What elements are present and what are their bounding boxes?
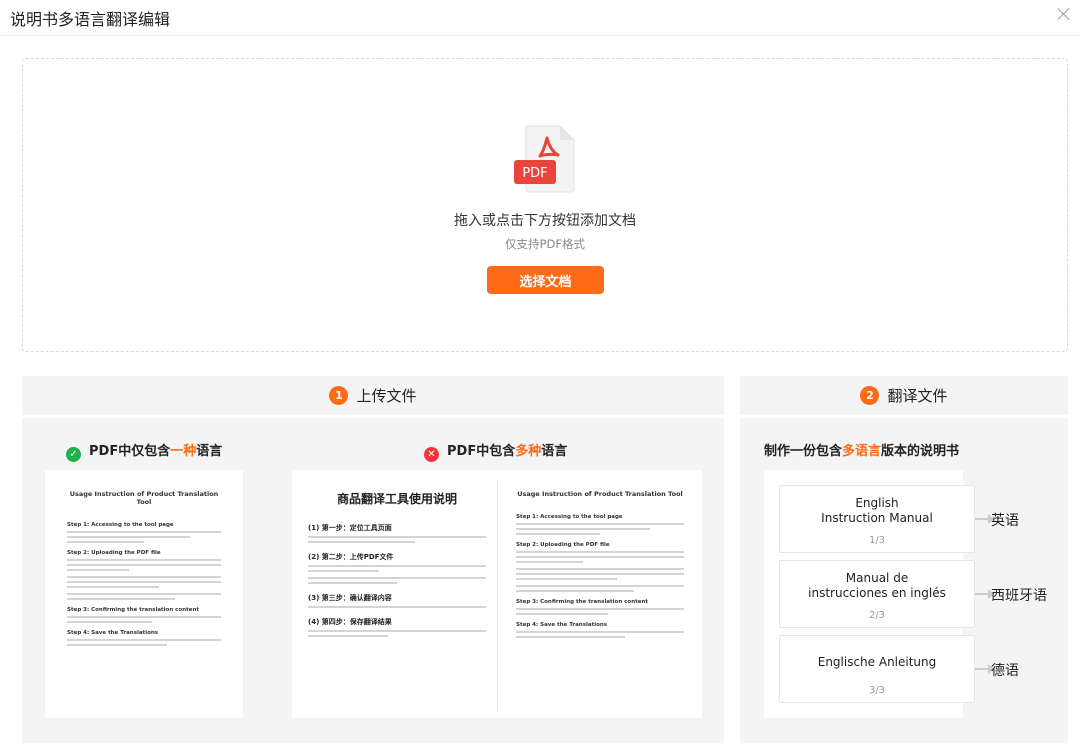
step1-header: 1 上传文件 <box>22 376 724 418</box>
doc-step: Step 3: Confirming the translation conte… <box>67 607 200 613</box>
language-label-german: 德语 <box>991 663 1019 679</box>
select-document-button[interactable]: 选择文档 <box>487 266 604 294</box>
doc-step: Step 2: Uploading the PDF file <box>516 542 610 548</box>
modal-title: 说明书多语言翻译编辑 <box>10 10 171 29</box>
doc-title: Usage Instruction of Product Translation… <box>517 490 683 498</box>
translation-count: 3/3 <box>868 685 886 696</box>
step2-header: 2 翻译文件 <box>740 376 1068 418</box>
check-icon: ✓ <box>66 447 81 462</box>
upload-hint: 拖入或点击下方按钮添加文档 <box>454 213 636 229</box>
doc-step: Step 4: Save the Translations <box>516 622 608 628</box>
translation-title: Manual de instrucciones en inglés <box>808 571 946 600</box>
translation-count: 2/3 <box>868 610 886 621</box>
language-label-english: 英语 <box>991 513 1019 529</box>
doc-divider <box>497 480 498 712</box>
doc-step: Step 2: Uploading the PDF file <box>67 550 161 556</box>
translation-card-german[interactable]: Englische Anleitung 3/3 <box>779 635 975 703</box>
close-icon[interactable] <box>1056 6 1072 22</box>
translation-card-english[interactable]: English Instruction Manual 1/3 <box>779 485 975 553</box>
pdf-icon-label: PDF <box>522 166 547 181</box>
multi-version-label: 制作一份包含多语言版本的说明书 <box>764 444 960 459</box>
cross-icon: ✕ <box>424 447 439 462</box>
arrow-icon <box>975 589 994 599</box>
single-language-label: ✓ PDF中仅包含一种语言 <box>66 440 222 462</box>
step1-number: 1 <box>329 386 349 405</box>
pdf-file-icon: PDF <box>514 125 575 193</box>
step2-number: 2 <box>860 386 880 405</box>
modal-header: 说明书多语言翻译编辑 <box>0 0 1080 36</box>
doc-step: Step 3: Confirming the translation conte… <box>516 599 649 605</box>
translation-title: English Instruction Manual <box>821 496 933 525</box>
upload-dropzone[interactable]: PDF 拖入或点击下方按钮添加文档 仅支持PDF格式 选择文档 <box>22 58 1068 352</box>
doc-step-cn: (4) 第四步：保存翻译结果 <box>308 618 392 626</box>
translation-title: Englische Anleitung <box>817 655 937 669</box>
doc-step-cn: (2) 第二步：上传PDF文件 <box>308 553 394 561</box>
arrow-icon <box>975 664 994 674</box>
doc-step: Step 1: Accessing to the tool page <box>516 514 623 520</box>
step1-title: 上传文件 <box>356 387 417 405</box>
doc-step: Step 4: Save the Translations <box>67 630 159 636</box>
step2-title: 翻译文件 <box>887 387 948 405</box>
doc-title-cn: 商品翻译工具使用说明 <box>336 492 457 506</box>
language-label-spanish: 西班牙语 <box>991 588 1047 604</box>
doc-step-cn: (3) 第三步：确认翻译内容 <box>308 594 392 602</box>
example-doc-english: Usage Instruction of Product Translation… <box>45 470 243 718</box>
doc-step-cn: (1) 第一步：定位工具页面 <box>308 524 392 532</box>
arrow-icon <box>975 514 994 524</box>
multi-language-label: ✕ PDF中包含多种语言 <box>424 440 567 462</box>
doc-step: Step 1: Accessing to the tool page <box>67 522 174 528</box>
doc-title: Usage Instruction of Product Translation… <box>69 490 219 506</box>
upload-format-note: 仅支持PDF格式 <box>505 237 585 251</box>
translation-card-spanish[interactable]: Manual de instrucciones en inglés 2/3 <box>779 560 975 628</box>
translation-count: 1/3 <box>868 535 886 546</box>
